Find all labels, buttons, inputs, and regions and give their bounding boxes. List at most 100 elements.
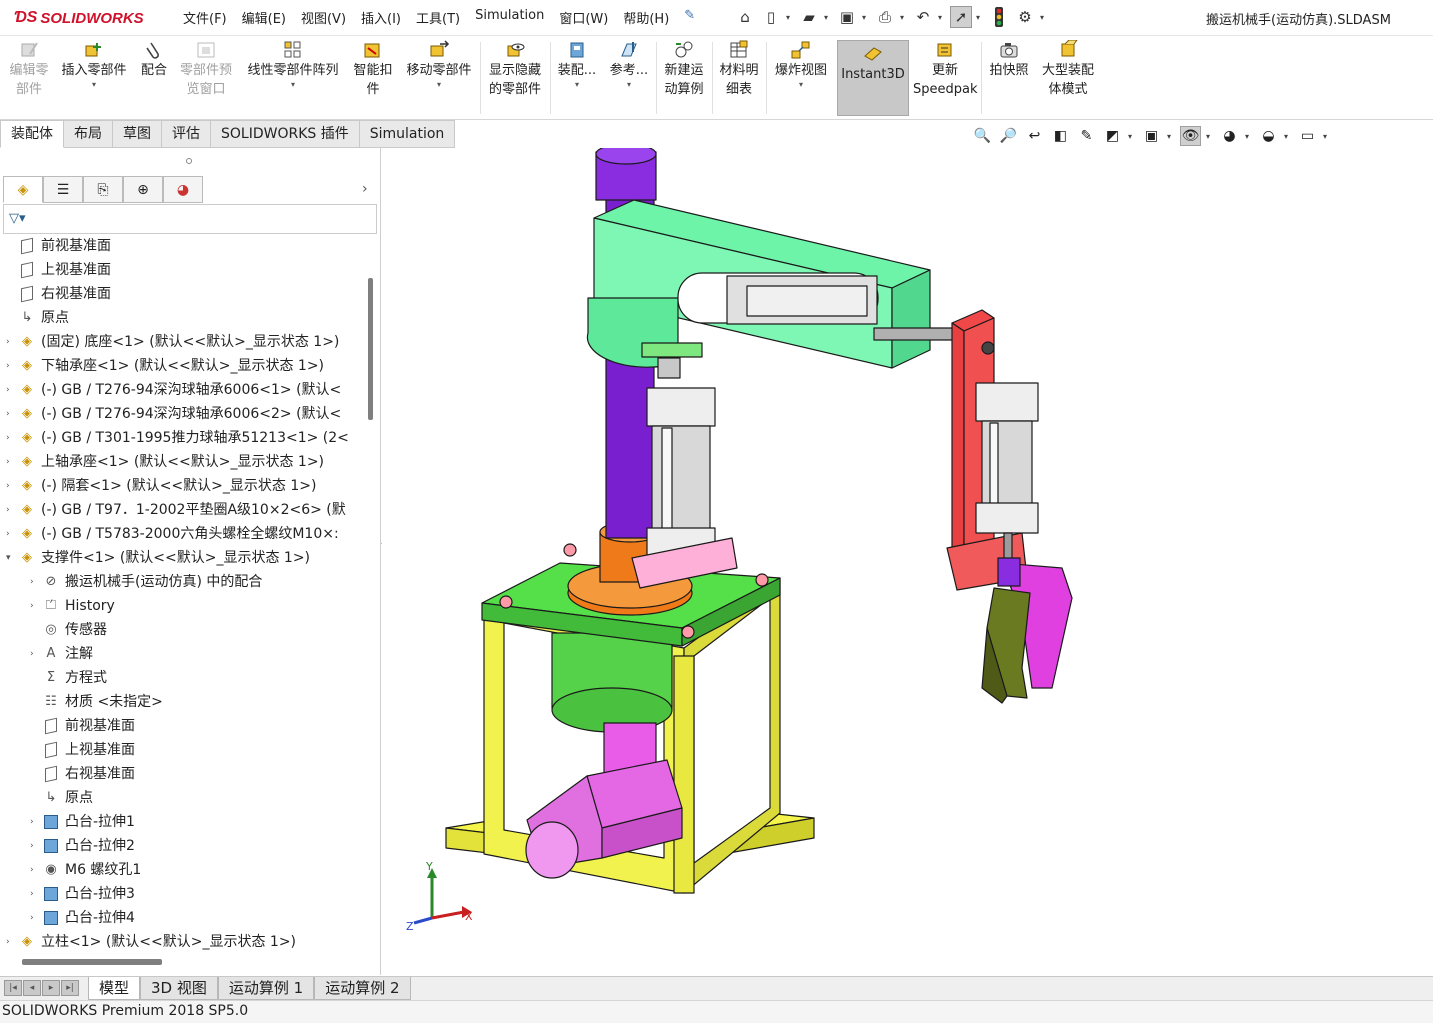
- tree-horizontal-scrollbar[interactable]: [22, 959, 162, 965]
- expand-arrow-icon[interactable]: ›: [30, 570, 42, 594]
- view-settings-icon[interactable]: ▭: [1297, 126, 1318, 146]
- first-tab-button[interactable]: |◂: [4, 980, 22, 996]
- tree-item[interactable]: › ◈ 立柱<1> (默认<<默认>_显示状态 1>): [6, 930, 296, 954]
- tree-item[interactable]: › 凸台-拉伸1: [30, 810, 135, 834]
- tree-vertical-scrollbar[interactable]: [368, 278, 373, 420]
- pin-icon[interactable]: ✎: [684, 8, 695, 27]
- tab-addins[interactable]: SOLIDWORKS 插件: [211, 120, 360, 148]
- property-manager-tab[interactable]: ☰: [43, 176, 83, 203]
- home-icon[interactable]: ⌂: [734, 6, 756, 28]
- menu-file[interactable]: 文件(F): [183, 8, 227, 27]
- tree-item[interactable]: › 凸台-拉伸4: [30, 906, 135, 930]
- menu-help[interactable]: 帮助(H): [623, 8, 669, 27]
- tab-model[interactable]: 模型: [88, 977, 141, 1000]
- edit-appearance-icon[interactable]: ◕: [1219, 126, 1240, 146]
- display-style-icon[interactable]: ▣: [1141, 126, 1162, 146]
- move-component-button[interactable]: 移动零部件 ▾: [402, 40, 476, 90]
- assembly-model[interactable]: Y X Z: [382, 143, 1433, 975]
- tree-item[interactable]: Σ 方程式: [30, 666, 107, 690]
- tree-item[interactable]: ☷ 材质 <未指定>: [30, 690, 163, 714]
- tree-item[interactable]: › ⊘ 搬运机械手(运动仿真) 中的配合: [30, 570, 262, 594]
- print-icon[interactable]: ⎙: [874, 6, 896, 28]
- menu-window[interactable]: 窗口(W): [559, 8, 608, 27]
- tree-item[interactable]: ↳ 原点: [30, 786, 93, 810]
- tree-item[interactable]: › ◈ (-) GB / T5783-2000六角头螺栓全螺纹M10×:: [6, 522, 339, 546]
- hide-show-items-icon[interactable]: 👁: [1180, 126, 1201, 146]
- tree-item[interactable]: 右视基准面: [30, 762, 135, 786]
- tab-layout[interactable]: 布局: [64, 120, 113, 148]
- collapse-arrow-icon[interactable]: ▾: [6, 546, 18, 570]
- tree-filter[interactable]: ▽▾: [3, 204, 377, 234]
- mate-button[interactable]: 配合: [136, 40, 172, 80]
- component-preview-button[interactable]: 零部件预 览窗口: [176, 40, 236, 99]
- move-component-dropdown[interactable]: ▾: [402, 80, 476, 90]
- tree-item[interactable]: › ◈ (固定) 底座<1> (默认<<默认>_显示状态 1>): [6, 330, 339, 354]
- tree-item[interactable]: › ◈ (-) GB / T276-94深沟球轴承6006<1> (默认<: [6, 378, 341, 402]
- apply-scene-icon[interactable]: ◒: [1258, 126, 1279, 146]
- expand-arrow-icon[interactable]: ›: [6, 498, 18, 522]
- insert-component-button[interactable]: 插入零部件 ▾: [58, 40, 130, 90]
- undo-icon[interactable]: ↶: [912, 6, 934, 28]
- expand-arrow-icon[interactable]: ›: [6, 378, 18, 402]
- edit-component-button[interactable]: 编辑零 部件: [6, 40, 52, 99]
- bom-button[interactable]: 材料明 细表: [716, 40, 762, 99]
- zoom-to-area-icon[interactable]: 🔎: [998, 126, 1019, 146]
- insert-component-dropdown[interactable]: ▾: [58, 80, 130, 90]
- rebuild-traffic-light-icon[interactable]: [988, 6, 1010, 28]
- expand-arrow-icon[interactable]: ›: [6, 426, 18, 450]
- menu-edit[interactable]: 编辑(E): [242, 8, 286, 27]
- zoom-to-fit-icon[interactable]: 🔍: [972, 126, 993, 146]
- tree-item[interactable]: › 凸台-拉伸3: [30, 882, 135, 906]
- expand-arrow-icon[interactable]: ›: [30, 906, 42, 930]
- view-orientation-icon[interactable]: ◩: [1102, 126, 1123, 146]
- assembly-features-dropdown[interactable]: ▾: [554, 80, 600, 90]
- tree-item[interactable]: › ◈ (-) GB / T301-1995推力球轴承51213<1> (2<: [6, 426, 349, 450]
- solidworks-logo[interactable]: ƊS SOLIDWORKS: [14, 6, 144, 30]
- tree-item[interactable]: ▾ ◈ 支撑件<1> (默认<<默认>_显示状态 1>): [6, 546, 310, 570]
- snapshot-button[interactable]: 拍快照: [985, 40, 1033, 80]
- next-tab-button[interactable]: ▸: [42, 980, 60, 996]
- tree-item[interactable]: › ◈ (-) GB / T97．1-2002平垫圈A级10×2<6> (默: [6, 498, 346, 522]
- save-icon[interactable]: ▣: [836, 6, 858, 28]
- show-hidden-components-button[interactable]: 显示隐藏 的零部件: [484, 40, 546, 99]
- expand-arrow-icon[interactable]: ›: [30, 858, 42, 882]
- large-assembly-mode-button[interactable]: 大型装配 体模式: [1037, 40, 1099, 99]
- update-speedpak-button[interactable]: 更新 Speedpak: [913, 40, 978, 99]
- select-arrow-icon[interactable]: ➚: [950, 6, 972, 28]
- last-tab-button[interactable]: ▸|: [61, 980, 79, 996]
- expand-arrow-icon[interactable]: ›: [6, 330, 18, 354]
- instant3d-button[interactable]: Instant3D: [837, 40, 909, 116]
- tree-item[interactable]: › ⏍ History: [30, 594, 115, 618]
- expand-arrow-icon[interactable]: ›: [30, 594, 42, 618]
- display-manager-tab[interactable]: ◕: [163, 176, 203, 203]
- tab-3d-views[interactable]: 3D 视图: [140, 977, 218, 1000]
- tab-motion-study-2[interactable]: 运动算例 2: [314, 977, 411, 1000]
- tree-item[interactable]: › 凸台-拉伸2: [30, 834, 135, 858]
- expand-arrow-icon[interactable]: ›: [30, 810, 42, 834]
- dynamic-annotation-icon[interactable]: ✎: [1076, 126, 1097, 146]
- new-document-icon[interactable]: ▯: [760, 6, 782, 28]
- new-motion-study-button[interactable]: 新建运 动算例: [660, 40, 708, 99]
- tree-item[interactable]: › ◉ M6 螺纹孔1: [30, 858, 141, 882]
- tab-sketch[interactable]: 草图: [113, 120, 162, 148]
- expand-arrow-icon[interactable]: ›: [6, 402, 18, 426]
- previous-view-icon[interactable]: ↩: [1024, 126, 1045, 146]
- tree-item[interactable]: › ◈ (-) GB / T276-94深沟球轴承6006<2> (默认<: [6, 402, 341, 426]
- reference-geometry-button[interactable]: 参考... ▾: [606, 40, 652, 90]
- exploded-view-button[interactable]: 爆炸视图 ▾: [770, 40, 832, 90]
- menu-view[interactable]: 视图(V): [301, 8, 346, 27]
- section-view-icon[interactable]: ◧: [1050, 126, 1071, 146]
- feature-manager-tab[interactable]: ◈: [3, 176, 43, 203]
- tree-item[interactable]: › ◈ 上轴承座<1> (默认<<默认>_显示状态 1>): [6, 450, 324, 474]
- tab-evaluate[interactable]: 评估: [162, 120, 211, 148]
- graphics-area[interactable]: Y X Z: [382, 143, 1433, 975]
- tree-item[interactable]: › ◈ 下轴承座<1> (默认<<默认>_显示状态 1>): [6, 354, 324, 378]
- tree-item[interactable]: 前视基准面: [6, 234, 111, 258]
- menu-simulation[interactable]: Simulation: [475, 8, 544, 27]
- menu-insert[interactable]: 插入(I): [361, 8, 401, 27]
- expand-arrow-icon[interactable]: ›: [6, 930, 18, 954]
- tab-assembly[interactable]: 装配体: [0, 120, 64, 148]
- prev-tab-button[interactable]: ◂: [23, 980, 41, 996]
- tree-item[interactable]: ◎ 传感器: [30, 618, 107, 642]
- tree-item[interactable]: 右视基准面: [6, 282, 111, 306]
